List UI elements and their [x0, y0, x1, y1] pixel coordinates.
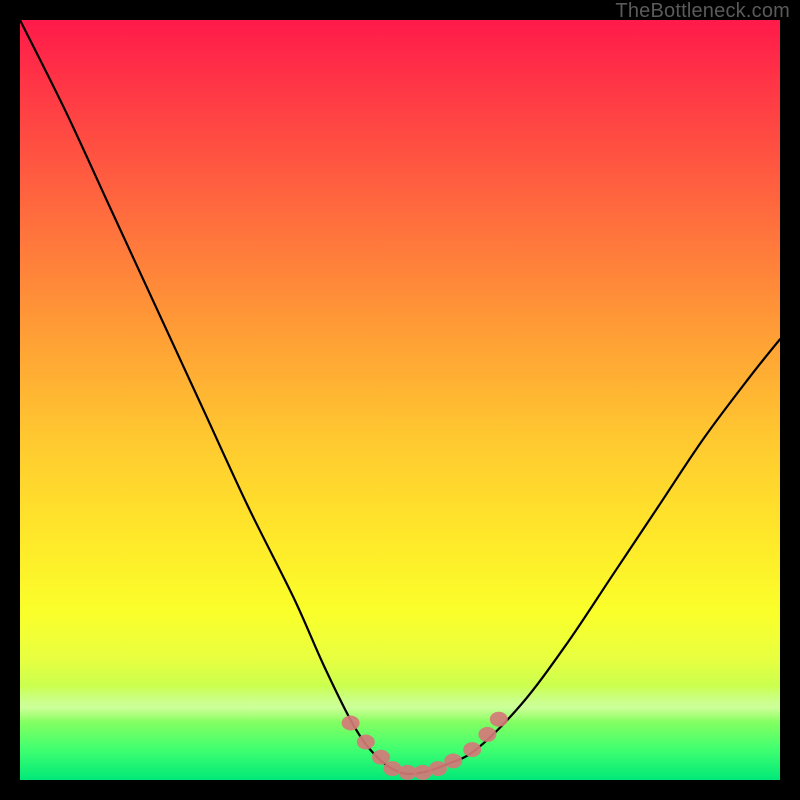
chart-frame: TheBottleneck.com [0, 0, 800, 800]
bottleneck-curve [20, 20, 780, 774]
curve-marker [414, 765, 432, 780]
curve-marker [429, 761, 447, 776]
watermark-text: TheBottleneck.com [615, 0, 790, 23]
curve-marker [357, 735, 375, 750]
bottleneck-curve-svg [20, 20, 780, 780]
curve-marker [444, 754, 462, 769]
curve-marker [383, 761, 401, 776]
curve-marker [372, 750, 390, 765]
curve-marker [463, 742, 481, 757]
curve-marker [478, 727, 496, 742]
curve-marker [342, 716, 360, 731]
curve-marker [490, 712, 508, 727]
curve-markers [342, 712, 508, 780]
curve-marker [399, 765, 417, 780]
plot-area [20, 20, 780, 780]
highlight-band [20, 686, 780, 722]
